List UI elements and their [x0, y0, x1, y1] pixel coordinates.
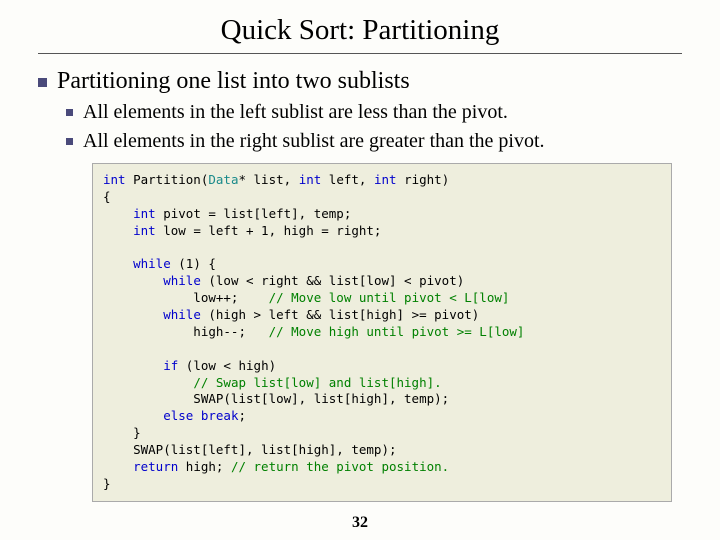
comment: // Swap list[low] and list[high].	[193, 375, 441, 390]
kw-int: int	[133, 223, 156, 238]
kw-int: int	[299, 172, 322, 187]
code-text	[103, 307, 163, 322]
code-text: ;	[239, 408, 247, 423]
kw-int: int	[103, 172, 126, 187]
code-text: high--;	[103, 324, 269, 339]
code-block: int Partition(Data* list, int left, int …	[92, 163, 672, 502]
page-number: 32	[0, 514, 720, 532]
code-text: {	[103, 189, 111, 204]
code-text	[193, 408, 201, 423]
code-text	[103, 459, 133, 474]
kw-int: int	[374, 172, 397, 187]
code-text: left,	[321, 172, 374, 187]
type-data: Data	[208, 172, 238, 187]
square-bullet-icon	[66, 138, 73, 145]
code-text	[103, 273, 163, 288]
code-text: }	[103, 476, 111, 491]
kw-break: break	[201, 408, 239, 423]
slide: Quick Sort: Partitioning Partitioning on…	[0, 0, 720, 540]
code-text: (1) {	[171, 256, 216, 271]
bullet-level2-text: All elements in the right sublist are gr…	[83, 130, 545, 153]
kw-else: else	[163, 408, 193, 423]
kw-return: return	[133, 459, 178, 474]
code-text	[103, 358, 163, 373]
code-text: }	[103, 425, 141, 440]
bullet-level2-a: All elements in the left sublist are les…	[66, 101, 682, 124]
code-text: low++;	[103, 290, 269, 305]
bullet-level1-text: Partitioning one list into two sublists	[57, 68, 410, 95]
code-text: SWAP(list[left], list[high], temp);	[103, 442, 397, 457]
slide-title: Quick Sort: Partitioning	[38, 14, 682, 47]
code-text: pivot = list[left], temp;	[156, 206, 352, 221]
kw-while: while	[163, 273, 201, 288]
bullet-level2-text: All elements in the left sublist are les…	[83, 101, 508, 124]
code-text: SWAP(list[low], list[high], temp);	[103, 391, 449, 406]
code-text: right)	[397, 172, 450, 187]
square-bullet-icon	[66, 109, 73, 116]
bullet-level2-b: All elements in the right sublist are gr…	[66, 130, 682, 153]
kw-while: while	[163, 307, 201, 322]
kw-while: while	[133, 256, 171, 271]
code-text: (low < right && list[low] < pivot)	[201, 273, 464, 288]
code-text: * list,	[238, 172, 298, 187]
comment: // Move low until pivot < L[low]	[269, 290, 510, 305]
square-bullet-icon	[38, 78, 47, 87]
code-text	[103, 256, 133, 271]
code-text	[103, 206, 133, 221]
code-text	[103, 375, 193, 390]
code-text	[103, 223, 133, 238]
code-text: low = left + 1, high = right;	[156, 223, 382, 238]
bullet-level1: Partitioning one list into two sublists	[38, 68, 682, 95]
code-text	[103, 408, 163, 423]
title-rule	[38, 53, 682, 54]
kw-int: int	[133, 206, 156, 221]
comment: // Move high until pivot >= L[low]	[269, 324, 525, 339]
code-text: high;	[178, 459, 231, 474]
code-text: Partition(	[126, 172, 209, 187]
code-text: (high > left && list[high] >= pivot)	[201, 307, 479, 322]
code-text: (low < high)	[178, 358, 276, 373]
kw-if: if	[163, 358, 178, 373]
comment: // return the pivot position.	[231, 459, 449, 474]
